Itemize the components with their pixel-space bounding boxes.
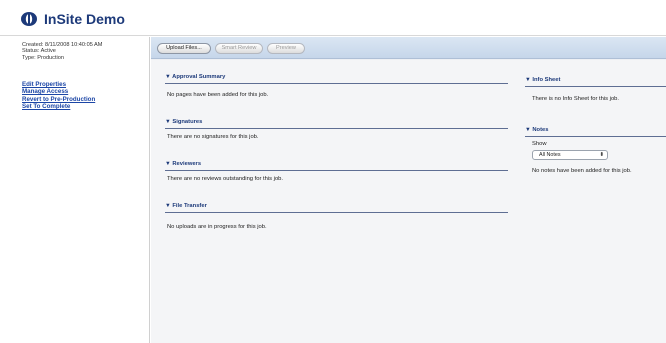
info-sheet-text: There is no Info Sheet for this job.: [532, 96, 620, 102]
job-meta: Created: 8/11/2008 10:40:05 AM Status: A…: [22, 42, 102, 61]
signatures-header[interactable]: ▼ Signatures: [165, 119, 202, 125]
signatures-text: There are no signatures for this job.: [167, 134, 259, 140]
upload-files-button[interactable]: Upload Files...: [157, 43, 211, 54]
file-transfer-text: No uploads are in progress for this job.: [167, 224, 267, 230]
divider: [525, 86, 666, 87]
preview-button[interactable]: Preview: [267, 43, 305, 54]
divider: [525, 136, 666, 137]
select-arrows-icon: ⬍: [599, 152, 604, 158]
divider: [165, 170, 508, 171]
revert-to-pre-production-link[interactable]: Revert to Pre-Production: [22, 96, 95, 103]
manage-access-link[interactable]: Manage Access: [22, 88, 95, 95]
content-area: ▼ Approval Summary No pages have been ad…: [151, 60, 666, 343]
app-header: InSite Demo: [0, 0, 666, 36]
notes-filter-value: All Notes: [539, 152, 561, 158]
divider: [165, 83, 508, 84]
notes-header[interactable]: ▼ Notes: [525, 127, 548, 133]
notes-show-label: Show: [532, 141, 547, 147]
smart-review-button[interactable]: Smart Review: [215, 43, 263, 54]
info-sheet-title: Info Sheet: [532, 77, 561, 83]
notes-filter-select[interactable]: All Notes ⬍: [532, 150, 608, 160]
insite-logo-icon: [21, 12, 37, 26]
notes-text: No notes have been added for this job.: [532, 168, 632, 174]
set-to-complete-link[interactable]: Set To Complete: [22, 103, 95, 110]
file-transfer-title: File Transfer: [172, 203, 207, 209]
approval-summary-text: No pages have been added for this job.: [167, 92, 269, 98]
file-transfer-header[interactable]: ▼ File Transfer: [165, 203, 207, 209]
reviewers-title: Reviewers: [172, 161, 202, 167]
edit-properties-link[interactable]: Edit Properties: [22, 81, 95, 88]
approval-summary-title: Approval Summary: [172, 74, 226, 80]
divider: [165, 212, 508, 213]
reviewers-text: There are no reviews outstanding for thi…: [167, 176, 284, 182]
main-panel: Upload Files... Smart Review Preview ▼ A…: [151, 37, 666, 343]
sidebar: Created: 8/11/2008 10:40:05 AM Status: A…: [0, 37, 150, 343]
approval-summary-header[interactable]: ▼ Approval Summary: [165, 74, 225, 80]
toolbar: Upload Files... Smart Review Preview: [151, 37, 666, 59]
notes-title: Notes: [532, 127, 549, 133]
app-title: InSite Demo: [44, 11, 125, 27]
sidebar-links: Edit Properties Manage Access Revert to …: [22, 81, 95, 111]
signatures-title: Signatures: [172, 119, 203, 125]
info-sheet-header[interactable]: ▼ Info Sheet: [525, 77, 560, 83]
reviewers-header[interactable]: ▼ Reviewers: [165, 161, 201, 167]
type-text: Type: Production: [22, 54, 64, 61]
divider: [165, 128, 508, 129]
